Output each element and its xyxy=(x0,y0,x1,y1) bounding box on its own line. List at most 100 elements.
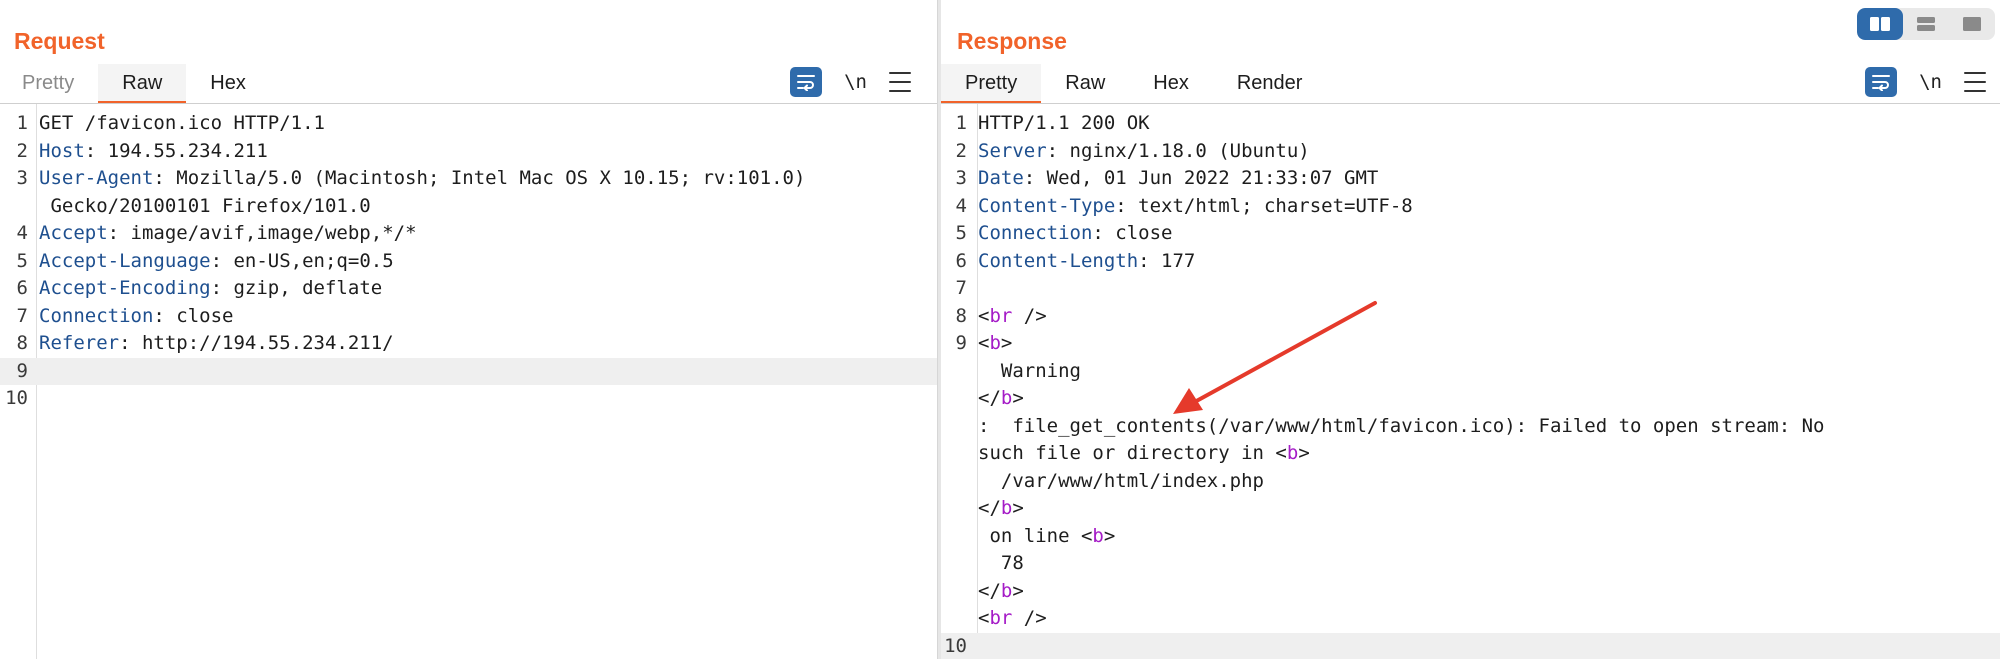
line-text: </ xyxy=(978,579,1001,602)
line-number xyxy=(941,495,975,523)
request-tab-pretty[interactable]: Pretty xyxy=(0,64,98,104)
line-content: Server: nginx/1.18.0 (Ubuntu) xyxy=(975,138,1310,166)
header-name: Referer xyxy=(39,332,120,354)
line-text: /> xyxy=(1012,607,1047,629)
code-line: 10 xyxy=(0,385,937,413)
line-number xyxy=(941,523,975,551)
request-editor[interactable]: 1 GET /favicon.ico HTTP/1.1 2 Host: 194.55.… xyxy=(0,104,937,659)
line-text: < xyxy=(978,607,990,629)
code-line: 2 Server: nginx/1.18.0 (Ubuntu) xyxy=(941,138,2000,166)
code-line: 8 Referer: http://194.55.234.211/ xyxy=(0,330,937,358)
header-name: Content-Type xyxy=(978,194,1116,217)
code-line: </b> xyxy=(941,495,2000,523)
line-number xyxy=(941,358,975,386)
request-show-newlines-button[interactable]: \n xyxy=(844,67,867,97)
html-tag-name: br xyxy=(989,304,1013,327)
line-text: gzip, deflate xyxy=(233,277,383,299)
menu-line xyxy=(1964,90,1986,92)
line-text: such file or directory in < xyxy=(978,442,1287,464)
line-content: Accept-Encoding: gzip, deflate xyxy=(36,275,382,303)
line-number xyxy=(941,440,975,468)
header-name: Content-Length xyxy=(978,249,1139,272)
request-wrap-button[interactable] xyxy=(790,67,823,97)
response-show-newlines-button[interactable]: \n xyxy=(1919,67,1942,97)
line-text: Mozilla/5.0 (Macintosh; Intel Mac OS X 1… xyxy=(176,167,806,189)
code-line: 10 xyxy=(941,632,2000,659)
line-content: : file_get_contents(/var/www/html/favico… xyxy=(975,413,1824,441)
response-pane: Response Pretty Raw Hex Render \n 1 HTTP/… xyxy=(941,0,2000,659)
response-menu-button[interactable] xyxy=(1964,72,1986,92)
header-name: Connection xyxy=(39,304,154,327)
response-toolbar: \n xyxy=(1865,66,1986,98)
header-name: Accept-Language xyxy=(39,249,211,272)
line-number: 4 xyxy=(955,194,967,217)
header-separator: : xyxy=(210,249,234,272)
line-number: 1 xyxy=(955,112,967,134)
line-content xyxy=(975,633,978,659)
response-tab-render[interactable]: Render xyxy=(1213,64,1327,104)
line-text: < xyxy=(978,304,990,327)
html-tag-name: b xyxy=(1000,497,1013,519)
line-text: > xyxy=(1012,387,1024,409)
html-tag-name: b xyxy=(989,332,1001,354)
line-number xyxy=(941,385,975,413)
line-content: Accept: image/avif,image/webp,*/* xyxy=(36,220,417,248)
request-menu-button[interactable] xyxy=(889,72,911,92)
line-content: </b> xyxy=(975,578,1024,606)
line-number xyxy=(0,193,36,221)
header-name: Server xyxy=(978,139,1047,162)
response-tab-pretty[interactable]: Pretty xyxy=(941,64,1042,104)
menu-line xyxy=(1964,81,1986,83)
line-content: Host: 194.55.234.211 xyxy=(36,138,268,166)
response-tab-hex[interactable]: Hex xyxy=(1129,64,1213,104)
layout-stacked-button[interactable] xyxy=(1903,8,1949,40)
request-toolbar: \n xyxy=(790,66,911,98)
code-line: 1 HTTP/1.1 200 OK xyxy=(941,110,2000,138)
code-line: on line <b> xyxy=(941,523,2000,551)
line-text: on line < xyxy=(978,524,1093,547)
line-number: 3 xyxy=(955,167,967,189)
line-number: 9 xyxy=(955,332,967,354)
line-number: 3 xyxy=(16,167,28,189)
code-line: 9 <b> xyxy=(941,330,2000,358)
line-text: GET /favicon.ico HTTP/1.1 xyxy=(39,112,325,134)
header-name: Accept-Encoding xyxy=(39,277,211,299)
line-text: > xyxy=(1298,442,1310,464)
response-tabs: Pretty Raw Hex Render xyxy=(941,64,1326,104)
line-number xyxy=(941,605,975,633)
header-name: Host xyxy=(39,139,85,162)
line-number: 4 xyxy=(16,222,28,244)
response-tab-raw[interactable]: Raw xyxy=(1041,64,1129,104)
header-separator: : xyxy=(119,332,142,354)
line-content xyxy=(36,385,39,413)
response-editor[interactable]: 1 HTTP/1.1 200 OK 2 Server: nginx/1.18.0 (U… xyxy=(941,104,2000,659)
code-line: Gecko/20100101 Firefox/101.0 xyxy=(0,193,937,221)
line-text: : Wed, 01 Jun 2022 21:33:07 GMT xyxy=(1023,167,1379,189)
request-lines: 1 GET /favicon.ico HTTP/1.1 2 Host: 194.55.… xyxy=(0,110,937,413)
request-tab-raw[interactable]: Raw xyxy=(98,64,187,104)
code-line: 3 User-Agent: Mozilla/5.0 (Macintosh; Int… xyxy=(0,165,937,193)
response-title: Response xyxy=(957,28,1067,54)
code-line: 1 GET /favicon.ico HTTP/1.1 xyxy=(0,110,937,138)
code-line: : file_get_contents(/var/www/html/favico… xyxy=(941,413,2000,441)
layout-single-button[interactable] xyxy=(1949,8,1995,40)
line-text: Warning xyxy=(978,359,1081,382)
line-text: 194.55.234.211 xyxy=(107,139,268,162)
header-name: User-Agent xyxy=(39,167,154,189)
response-wrap-button[interactable] xyxy=(1865,67,1898,97)
response-lines: 1 HTTP/1.1 200 OK 2 Server: nginx/1.18.0 (U… xyxy=(941,110,2000,659)
line-number: 1 xyxy=(16,112,28,134)
line-text: </ xyxy=(978,387,1001,409)
line-content: /var/www/html/index.php xyxy=(975,468,1264,496)
request-tab-hex[interactable]: Hex xyxy=(186,64,270,104)
layout-side-by-side-icon xyxy=(1870,17,1890,31)
line-text: </ xyxy=(978,497,1001,519)
layout-side-by-side-button[interactable] xyxy=(1857,8,1903,40)
code-line: 7 Connection: close xyxy=(0,303,937,331)
line-text: > xyxy=(1012,579,1024,602)
code-line: <br /> xyxy=(941,605,2000,633)
line-text: > xyxy=(1000,332,1013,354)
line-text: en-US,en;q=0.5 xyxy=(233,249,394,272)
code-line: /var/www/html/index.php xyxy=(941,468,2000,496)
line-text: : file_get_contents(/var/www/html/favico… xyxy=(978,414,1825,437)
